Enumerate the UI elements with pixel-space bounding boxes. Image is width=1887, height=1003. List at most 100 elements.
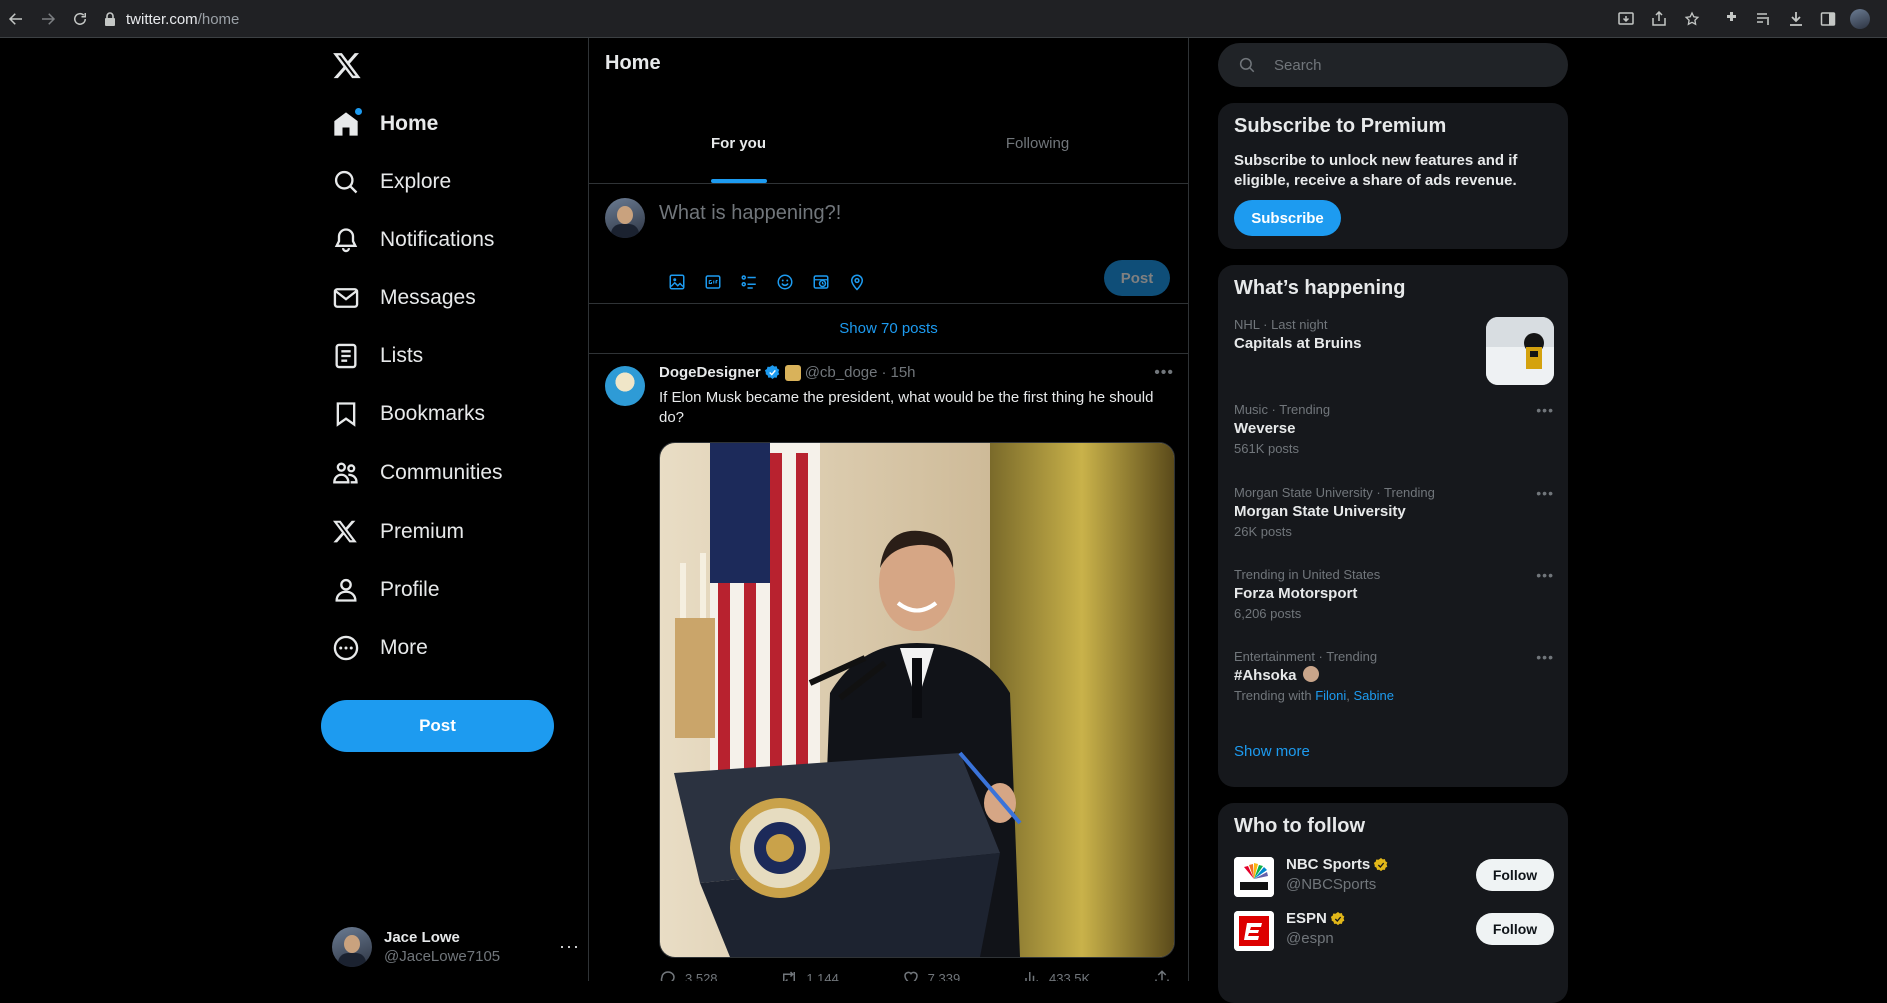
- trend-item[interactable]: Morgan State University · Trending Morga…: [1234, 485, 1554, 541]
- follow-suggestion[interactable]: ESPN @espn Follow: [1234, 909, 1554, 955]
- gold-verified-badge-icon: [1373, 857, 1389, 873]
- show-new-posts-button[interactable]: Show 70 posts: [589, 304, 1188, 354]
- x-logo-icon: [332, 518, 360, 546]
- schedule-icon[interactable]: [803, 264, 839, 300]
- account-switcher[interactable]: Jace Lowe @JaceLowe7105 ···: [332, 922, 580, 972]
- tweet-text: If Elon Musk became the president, what …: [659, 389, 1154, 426]
- people-icon: [332, 459, 360, 487]
- follow-suggestion[interactable]: NBC Sports @NBCSports Follow: [1234, 855, 1554, 901]
- trend-more-icon[interactable]: •••: [1536, 402, 1554, 418]
- trending-with-link[interactable]: Filoni: [1315, 688, 1346, 703]
- account-more-icon[interactable]: ···: [559, 936, 580, 957]
- x-logo-icon[interactable]: [332, 50, 364, 82]
- side-panel-icon[interactable]: [1816, 7, 1840, 31]
- repost-icon: [783, 971, 796, 981]
- trend-more-icon[interactable]: •••: [1536, 649, 1554, 665]
- extensions-icon[interactable]: [1720, 7, 1744, 31]
- notification-dot: [355, 108, 362, 115]
- account-name: Jace Lowe: [384, 929, 460, 946]
- premium-card: Subscribe to Premium Subscribe to unlock…: [1218, 103, 1568, 249]
- analytics-icon: [1025, 972, 1038, 981]
- like-button[interactable]: 7,339: [902, 968, 960, 981]
- trend-item[interactable]: Music · Trending Weverse 561K posts •••: [1234, 402, 1554, 458]
- nav-label-profile: Profile: [380, 578, 440, 601]
- install-icon[interactable]: [1614, 7, 1638, 31]
- trend-post-count: 6,206 posts: [1234, 606, 1302, 621]
- tweet-author-avatar[interactable]: [605, 366, 645, 406]
- image-icon[interactable]: [659, 264, 695, 300]
- trend-item[interactable]: NHL · Last night Capitals at Bruins: [1234, 317, 1554, 385]
- compose-post-button[interactable]: Post: [1104, 260, 1170, 296]
- search-input[interactable]: Search: [1218, 43, 1568, 87]
- reload-icon[interactable]: [68, 7, 92, 31]
- home-icon: [332, 108, 362, 138]
- location-icon[interactable]: [839, 264, 875, 300]
- tab-for-you[interactable]: For you: [589, 104, 888, 183]
- share-icon[interactable]: [1647, 7, 1671, 31]
- trend-context: Morgan State University · Trending: [1234, 485, 1435, 500]
- nav-premium[interactable]: Premium: [332, 512, 464, 552]
- tab-following[interactable]: Following: [888, 104, 1187, 183]
- post-button[interactable]: Post: [321, 700, 554, 752]
- follow-button[interactable]: Follow: [1476, 913, 1554, 945]
- nav-label-premium: Premium: [380, 520, 465, 543]
- nav-home[interactable]: Home: [332, 104, 438, 144]
- nav-bookmarks[interactable]: Bookmarks: [332, 394, 485, 434]
- forward-icon[interactable]: [36, 7, 60, 31]
- nav-label-notifications: Notifications: [380, 228, 495, 251]
- follow-button[interactable]: Follow: [1476, 859, 1554, 891]
- url-host: twitter.com: [126, 10, 198, 28]
- avatar: [332, 927, 372, 967]
- show-more-link[interactable]: Show more: [1234, 743, 1310, 760]
- verified-badge-icon: [764, 364, 781, 381]
- nav-label-more: More: [380, 636, 428, 659]
- views-button[interactable]: 433.5K: [1023, 968, 1090, 981]
- nav-notifications[interactable]: Notifications: [332, 220, 494, 260]
- tweet-more-icon[interactable]: •••: [1154, 364, 1174, 382]
- nav-communities[interactable]: Communities: [332, 453, 503, 493]
- post-composer: What is happening?! Post: [589, 184, 1188, 304]
- trending-with-link[interactable]: Sabine: [1354, 688, 1394, 703]
- repost-button[interactable]: 1,144: [780, 968, 839, 981]
- tweet-timestamp[interactable]: 15h: [890, 364, 915, 381]
- nav-more[interactable]: More: [332, 628, 428, 668]
- nav-label-explore: Explore: [380, 170, 452, 193]
- address-bar[interactable]: twitter.com/home: [104, 4, 1724, 34]
- compose-input[interactable]: What is happening?!: [659, 202, 841, 225]
- timeline-tabs: For you Following: [589, 104, 1188, 184]
- tweet-image[interactable]: [659, 442, 1175, 958]
- tweet[interactable]: DogeDesigner @cb_doge · 15h ••• If Elon …: [589, 354, 1188, 981]
- tweet-author-handle[interactable]: @cb_doge: [805, 364, 878, 381]
- trend-item[interactable]: Entertainment · Trending #Ahsoka Trendin…: [1234, 649, 1554, 705]
- trending-with: Trending with Filoni, Sabine: [1234, 687, 1554, 705]
- downloads-icon[interactable]: [1784, 7, 1808, 31]
- lock-icon: [104, 12, 116, 26]
- browser-toolbar: twitter.com/home: [0, 0, 1887, 38]
- browser-profile-icon[interactable]: [1848, 7, 1872, 31]
- nav-messages[interactable]: Messages: [332, 278, 476, 318]
- emoji-icon[interactable]: [767, 264, 803, 300]
- back-icon[interactable]: [4, 7, 28, 31]
- poll-icon[interactable]: [731, 264, 767, 300]
- premium-description: Subscribe to unlock new features and if …: [1234, 152, 1518, 189]
- nav-label-communities: Communities: [380, 461, 503, 484]
- bookmark-star-icon[interactable]: [1680, 7, 1704, 31]
- gif-icon[interactable]: [695, 264, 731, 300]
- nav-label-lists: Lists: [380, 344, 424, 367]
- views-count: 433.5K: [1048, 970, 1091, 982]
- timeline: Home For you Following What is happening…: [588, 38, 1189, 981]
- nav-lists[interactable]: Lists: [332, 336, 423, 376]
- trend-more-icon[interactable]: •••: [1536, 567, 1554, 583]
- nav-profile[interactable]: Profile: [332, 570, 440, 610]
- media-control-icon[interactable]: [1752, 7, 1776, 31]
- reply-button[interactable]: 3,528: [659, 968, 718, 981]
- heart-icon: [903, 971, 918, 981]
- search-placeholder: Search: [1274, 56, 1322, 74]
- follow-handle: @espn: [1286, 930, 1334, 947]
- subscribe-button[interactable]: Subscribe: [1234, 200, 1341, 236]
- trend-more-icon[interactable]: •••: [1536, 485, 1554, 501]
- nav-explore[interactable]: Explore: [332, 162, 451, 202]
- trend-item[interactable]: Trending in United States Forza Motorspo…: [1234, 567, 1554, 623]
- share-button[interactable]: [1153, 968, 1179, 981]
- tweet-author-name[interactable]: DogeDesigner: [659, 364, 761, 381]
